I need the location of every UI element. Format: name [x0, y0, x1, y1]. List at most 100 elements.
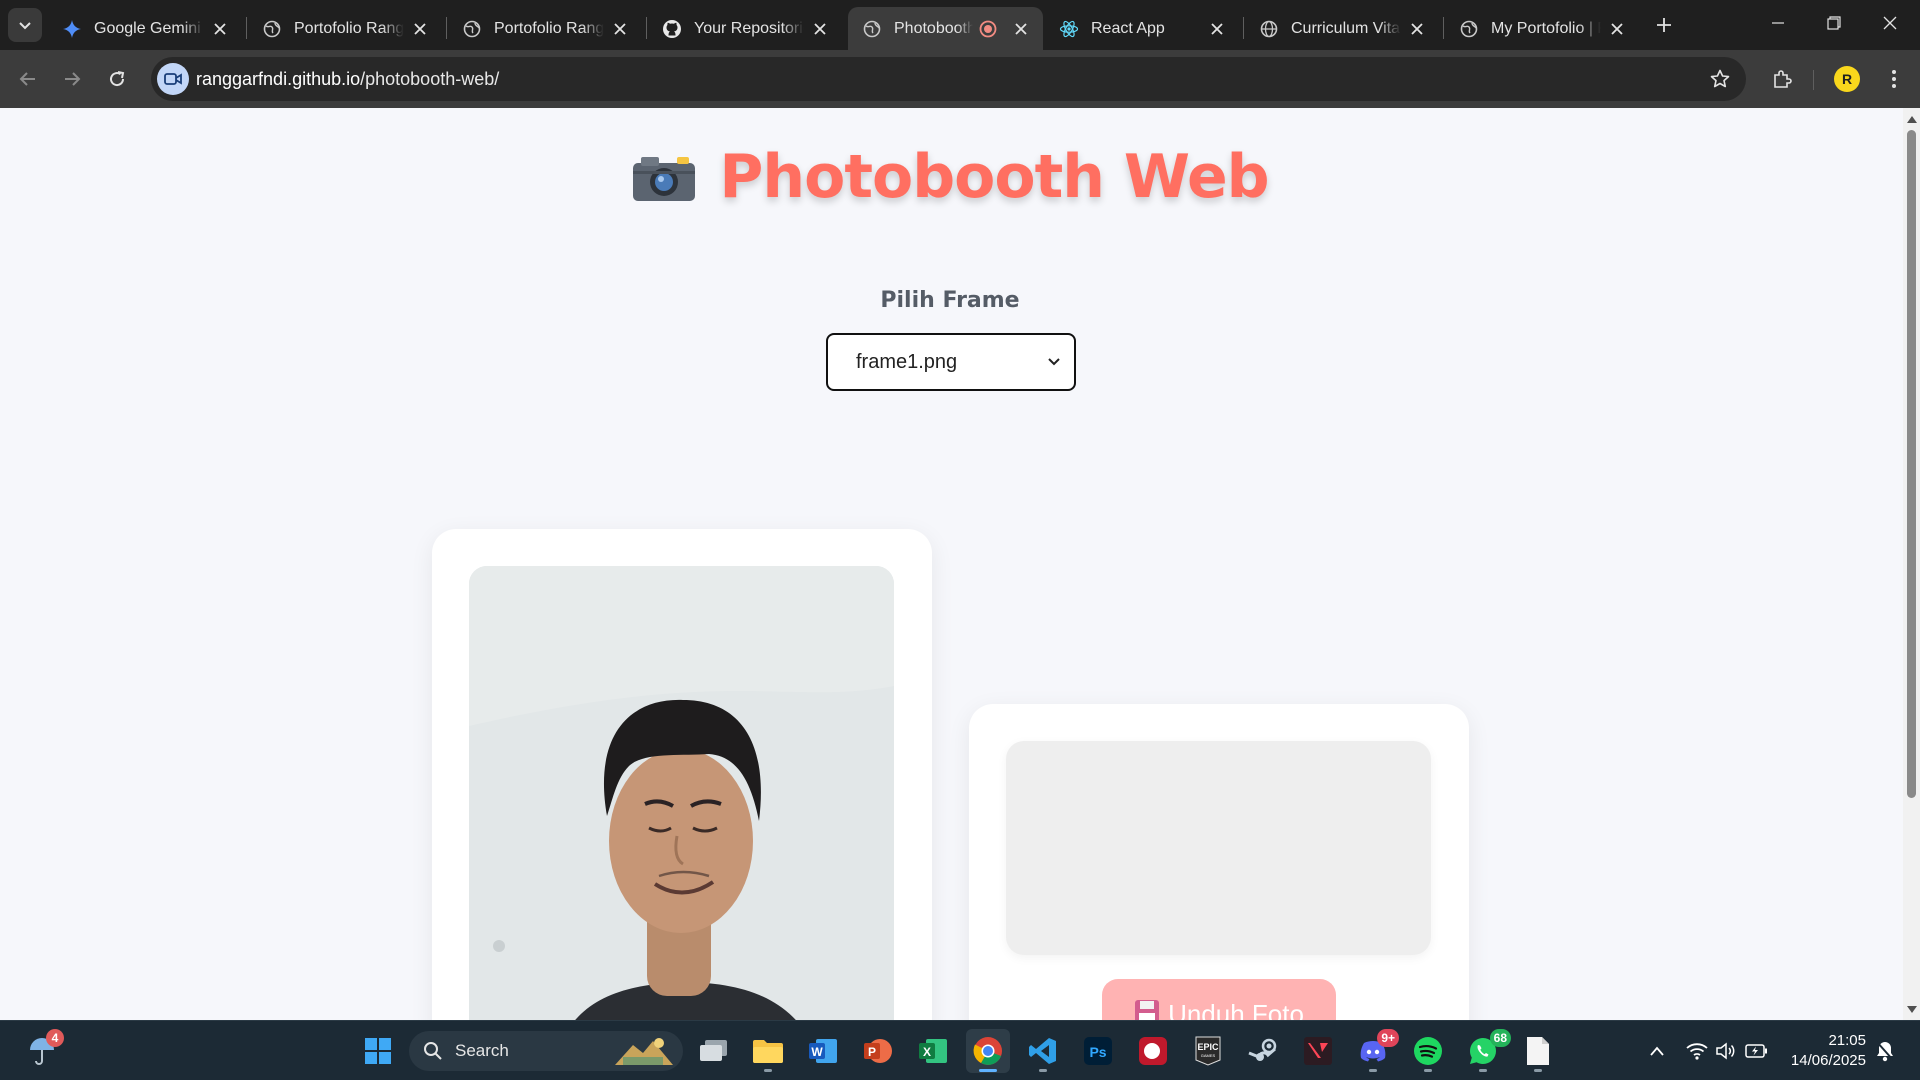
tab-title: Photobooth: [894, 19, 973, 37]
svg-text:EPIC: EPIC: [1197, 1042, 1219, 1052]
weather-widget[interactable]: 4: [20, 1029, 64, 1073]
address-bar[interactable]: ranggarfndi.github.io/photobooth-web/: [151, 57, 1746, 101]
running-indicator: [764, 1069, 772, 1072]
tab-react-app[interactable]: React App: [1045, 7, 1239, 50]
taskbar-chrome[interactable]: [966, 1029, 1010, 1073]
puzzle-icon: [1774, 70, 1792, 88]
running-indicator: [979, 1069, 997, 1072]
scroll-up-arrow[interactable]: [1905, 112, 1918, 126]
react-icon: [1059, 19, 1079, 39]
frame-select[interactable]: frame1.png: [826, 333, 1076, 391]
star-icon: [1710, 69, 1730, 88]
clock-date: 14/06/2025: [1790, 1052, 1866, 1069]
taskbar-photoshop[interactable]: Ps: [1076, 1029, 1120, 1073]
restore-icon: [1827, 16, 1841, 30]
taskbar-red-app[interactable]: [1131, 1029, 1175, 1073]
tab-my-portofolio[interactable]: My Portofolio | R: [1445, 7, 1639, 50]
taskbar-whatsapp[interactable]: 68: [1461, 1029, 1511, 1073]
taskbar-powerpoint[interactable]: P: [856, 1029, 900, 1073]
tab-google-gemini[interactable]: Google Gemini: [48, 7, 242, 50]
svg-text:W: W: [811, 1045, 823, 1059]
site-info-button[interactable]: [157, 63, 189, 95]
bookmark-button[interactable]: [1708, 67, 1732, 91]
restore-button[interactable]: [1806, 0, 1862, 46]
close-icon[interactable]: [410, 19, 430, 39]
close-icon[interactable]: [810, 19, 830, 39]
minimize-button[interactable]: [1750, 0, 1806, 46]
battery-icon: [1745, 1044, 1767, 1058]
system-clock[interactable]: 21:05 14/06/2025: [1784, 1031, 1866, 1071]
taskbar-vscode[interactable]: [1021, 1029, 1065, 1073]
close-icon[interactable]: [210, 19, 230, 39]
taskbar-task-view[interactable]: [692, 1029, 736, 1073]
close-window-button[interactable]: [1862, 0, 1918, 46]
browser-tab-strip: Google Gemini Portofolio Rangg Portofoli…: [0, 0, 1920, 50]
scrollbar-thumb[interactable]: [1907, 130, 1916, 798]
search-icon: [424, 1042, 442, 1060]
taskbar-discord[interactable]: 9+: [1351, 1029, 1399, 1073]
close-icon[interactable]: [1011, 19, 1031, 39]
camera-preview: [469, 566, 894, 1020]
chevron-up-icon: [1650, 1046, 1664, 1056]
running-indicator: [1039, 1069, 1047, 1072]
url-text: ranggarfndi.github.io/photobooth-web/: [196, 69, 499, 90]
new-tab-button[interactable]: [1650, 11, 1678, 39]
close-icon[interactable]: [610, 19, 630, 39]
svg-text:X: X: [923, 1045, 931, 1059]
reload-button[interactable]: [101, 63, 133, 95]
tab-title: Your Repositories: [694, 19, 804, 37]
close-icon: [1883, 16, 1897, 30]
extensions-button[interactable]: [1766, 63, 1798, 95]
taskbar-epic-games[interactable]: EPIC GAMES: [1186, 1029, 1230, 1073]
wifi-status[interactable]: [1685, 1039, 1709, 1063]
taskbar-search-box[interactable]: Search: [409, 1031, 683, 1071]
taskbar-notepad[interactable]: [1516, 1029, 1560, 1073]
arrow-left-icon: [19, 72, 35, 86]
tab-photobooth[interactable]: Photobooth: [848, 7, 1043, 50]
tab-your-repositories[interactable]: Your Repositories: [648, 7, 842, 50]
taskbar-file-explorer[interactable]: [746, 1029, 790, 1073]
reload-icon: [110, 71, 125, 87]
weather-badge: 4: [46, 1029, 64, 1047]
arrow-right-icon: [65, 72, 81, 86]
close-icon[interactable]: [1207, 19, 1227, 39]
frame-select-value: frame1.png: [856, 350, 958, 373]
close-icon[interactable]: [1607, 19, 1627, 39]
tab-title: Portofolio Rangg: [494, 19, 604, 37]
close-icon[interactable]: [1407, 19, 1427, 39]
recording-icon: [979, 20, 997, 38]
toolbar-divider: [1813, 70, 1814, 90]
running-indicator: [1424, 1069, 1432, 1072]
browser-menu-button[interactable]: [1878, 63, 1910, 95]
tab-title: Curriculum Vitae: [1291, 19, 1401, 37]
back-button[interactable]: [12, 63, 44, 95]
download-photo-button[interactable]: Unduh Foto: [1102, 979, 1336, 1020]
tab-search-button[interactable]: [8, 8, 42, 42]
tab-portofolio-2[interactable]: Portofolio Rangg: [448, 7, 642, 50]
svg-text:Ps: Ps: [1089, 1044, 1106, 1060]
battery-status[interactable]: [1744, 1039, 1768, 1063]
svg-text:GAMES: GAMES: [1201, 1053, 1216, 1058]
taskbar-word[interactable]: W: [801, 1029, 845, 1073]
spotify-icon: [1414, 1037, 1442, 1065]
start-button[interactable]: [356, 1029, 400, 1073]
profile-avatar[interactable]: R: [1834, 66, 1860, 92]
notification-center-button[interactable]: [1873, 1039, 1897, 1063]
excel-icon: X: [919, 1039, 947, 1063]
tab-portofolio-1[interactable]: Portofolio Rangg: [248, 7, 442, 50]
powerpoint-icon: P: [864, 1039, 892, 1063]
page-viewport: Photobooth Web Pilih Frame frame1.png Un…: [0, 108, 1920, 1020]
forward-button[interactable]: [56, 63, 88, 95]
tab-curriculum-vitae[interactable]: Curriculum Vitae: [1245, 7, 1439, 50]
red-app-icon: [1139, 1037, 1167, 1065]
taskbar-spotify[interactable]: [1406, 1029, 1450, 1073]
taskbar-excel[interactable]: X: [911, 1029, 955, 1073]
page-scrollbar[interactable]: [1903, 108, 1920, 1020]
taskbar-steam[interactable]: [1241, 1029, 1285, 1073]
scroll-down-arrow[interactable]: [1905, 1002, 1918, 1016]
wifi-icon: [1686, 1043, 1708, 1060]
tab-title: React App: [1091, 19, 1165, 37]
volume-status[interactable]: [1714, 1039, 1738, 1063]
taskbar-valorant[interactable]: [1296, 1029, 1340, 1073]
show-hidden-icons-button[interactable]: [1645, 1039, 1669, 1063]
